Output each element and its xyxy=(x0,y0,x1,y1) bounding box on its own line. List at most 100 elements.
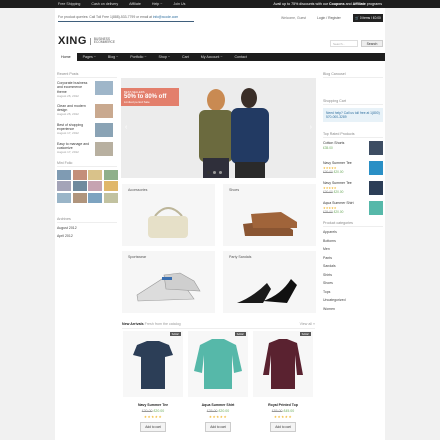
nav-cart[interactable]: Cart xyxy=(176,53,195,61)
top-link-join[interactable]: Join Us xyxy=(173,2,185,6)
contact-email-link[interactable]: info@xcode.com xyxy=(153,15,178,19)
view-all-link[interactable]: View all » xyxy=(300,322,315,326)
top-rated-item[interactable]: Navy Summer Tee ★★★★★ £30.00 £20.00 xyxy=(323,181,383,195)
add-to-cart-button[interactable]: Add to cart xyxy=(205,422,231,432)
post-title[interactable]: Clean and modern design xyxy=(57,104,92,113)
recent-post[interactable]: Easy to manage and customize August 17, 2… xyxy=(57,141,117,156)
recent-post[interactable]: Corporate business and ecommerce theme Au… xyxy=(57,81,117,99)
top-link-affiliate[interactable]: Affiliate xyxy=(129,2,141,6)
post-thumbnail[interactable] xyxy=(95,81,113,95)
post-date: August 17, 2012 xyxy=(57,150,79,155)
folio-thumb[interactable] xyxy=(103,192,118,203)
post-title[interactable]: Best of shopping experience xyxy=(57,123,92,132)
top-rated-name[interactable]: Aqua Summer Shirt xyxy=(323,201,354,206)
category-link[interactable]: Sandals xyxy=(323,264,383,268)
product-image[interactable]: SALE! xyxy=(123,331,183,397)
top-rated-thumb[interactable] xyxy=(369,181,383,195)
nav-shop[interactable]: Shop ~ xyxy=(152,53,176,61)
nav-home[interactable]: Home xyxy=(55,53,77,61)
folio-thumb[interactable] xyxy=(103,181,118,192)
top-bar: Free Shipping Cash on delivery Affiliate… xyxy=(0,0,440,8)
folio-thumb[interactable] xyxy=(72,169,87,180)
promo-coupons[interactable]: Coupons xyxy=(329,2,345,6)
nav-pages[interactable]: Pages ~ xyxy=(77,53,102,61)
add-to-cart-button[interactable]: Add to cart xyxy=(270,422,296,432)
category-link[interactable]: Shoes xyxy=(323,281,383,285)
folio-thumb[interactable] xyxy=(88,192,102,203)
product-name[interactable]: Aqua Summer Shirt xyxy=(188,403,248,407)
search-input[interactable]: Search... xyxy=(330,40,358,47)
top-rated-heading: Top Rated Products xyxy=(323,132,383,138)
archive-link[interactable]: April 2012 xyxy=(57,234,117,238)
category-link[interactable]: Apparels xyxy=(323,230,383,234)
hero-slider[interactable]: BEST-SELLERS 50% to 80% off Limited peri… xyxy=(121,78,316,178)
category-link[interactable]: Women xyxy=(323,307,383,311)
top-rated-sale-price: £20.00 xyxy=(333,189,344,194)
product-image[interactable]: SALE! xyxy=(253,331,313,397)
logo-text: XING xyxy=(58,35,87,47)
category-accessories[interactable]: Accessories xyxy=(122,184,215,246)
top-rated-thumb[interactable] xyxy=(369,161,383,175)
recent-post[interactable]: Clean and modern design August 26, 2012 xyxy=(57,103,117,118)
post-thumbnail[interactable] xyxy=(95,103,113,118)
category-shoes[interactable]: Shoes xyxy=(223,184,316,246)
post-title[interactable]: Corporate business and ecommerce theme xyxy=(57,81,92,94)
folio-thumb[interactable] xyxy=(103,169,118,180)
rating-stars: ★★★★★ xyxy=(273,415,293,419)
category-link[interactable]: Uncategorized xyxy=(323,298,383,302)
folio-thumb[interactable] xyxy=(88,181,102,192)
category-link[interactable]: Bottoms xyxy=(323,239,383,243)
promo-banner[interactable]: BEST-SELLERS 50% to 80% off Limited peri… xyxy=(121,88,179,106)
add-to-cart-button[interactable]: Add to cart xyxy=(140,422,166,432)
slider-next-icon[interactable]: › xyxy=(310,124,312,131)
folio-thumb[interactable] xyxy=(57,169,71,180)
slider-prev-icon[interactable]: ‹ xyxy=(125,124,127,131)
post-thumbnail[interactable] xyxy=(95,141,113,156)
category-party-sandals[interactable]: Party Sandals xyxy=(223,251,316,313)
category-link[interactable]: Shirts xyxy=(323,273,383,277)
product-name[interactable]: Navy Summer Tee xyxy=(123,403,183,407)
site-logo[interactable]: XING BUSINESS ECOMMERCE xyxy=(58,35,115,47)
top-rated-item[interactable]: Navy Summer Tee ★★★★★ £30.00 £20.00 xyxy=(323,161,383,175)
nav-my-account[interactable]: My Account ~ xyxy=(195,53,229,61)
category-link[interactable]: Tops xyxy=(323,290,383,294)
top-rated-item[interactable]: Cotton Shorts £35.00 xyxy=(323,141,383,155)
slider-dot[interactable] xyxy=(207,171,210,174)
nav-blog[interactable]: Blog ~ xyxy=(102,53,124,61)
top-link-help[interactable]: Help ~ xyxy=(152,2,163,6)
new-arrivals-header: New Arrivals Fresh from the catalog View… xyxy=(122,322,315,329)
top-rated-name[interactable]: Navy Summer Tee xyxy=(323,181,352,186)
top-link-shipping[interactable]: Free Shipping xyxy=(58,2,80,6)
product-categories-list: Apparels Bottoms Men Pants Sandals Shirt… xyxy=(323,230,383,311)
top-rated-price: £35.00 xyxy=(323,146,344,150)
shopping-cart-heading: Shopping Cart xyxy=(323,99,383,105)
folio-thumb[interactable] xyxy=(72,192,87,203)
folio-thumb[interactable] xyxy=(57,181,71,192)
nav-portfolio[interactable]: Portfolio ~ xyxy=(124,53,152,61)
folio-thumb[interactable] xyxy=(88,169,102,180)
top-rated-item[interactable]: Aqua Summer Shirt ★★★★★ £35.00 £20.00 xyxy=(323,201,383,215)
cart-button[interactable]: 🛒 0 items / £0.00 xyxy=(353,14,383,22)
top-link-cod[interactable]: Cash on delivery xyxy=(91,2,118,6)
promo-affiliate[interactable]: Affiliate xyxy=(353,2,366,6)
top-rated-thumb[interactable] xyxy=(369,201,383,215)
sale-price: £20.00 xyxy=(153,409,165,413)
product-image[interactable]: SALE! xyxy=(188,331,248,397)
recent-post[interactable]: Best of shopping experience August 17, 20… xyxy=(57,122,117,137)
folio-thumb[interactable] xyxy=(72,181,87,192)
category-link[interactable]: Pants xyxy=(323,256,383,260)
post-title[interactable]: Easy to manage and customize xyxy=(57,142,92,151)
top-rated-name[interactable]: Navy Summer Tee xyxy=(323,161,352,166)
archive-link[interactable]: August 2012 xyxy=(57,226,117,230)
category-link[interactable]: Men xyxy=(323,247,383,251)
category-sportswear[interactable]: Sportswear xyxy=(122,251,215,313)
slider-dot[interactable] xyxy=(219,171,222,174)
post-thumbnail[interactable] xyxy=(95,122,113,137)
login-register-link[interactable]: Login / Register xyxy=(317,16,341,20)
top-rated-thumb[interactable] xyxy=(369,141,383,155)
nav-contact[interactable]: Contact xyxy=(228,53,252,61)
folio-thumb[interactable] xyxy=(57,192,71,203)
search-button[interactable]: Search xyxy=(361,40,383,47)
slider-dot[interactable] xyxy=(213,171,216,174)
product-name[interactable]: Royal Printed Top xyxy=(253,403,313,407)
